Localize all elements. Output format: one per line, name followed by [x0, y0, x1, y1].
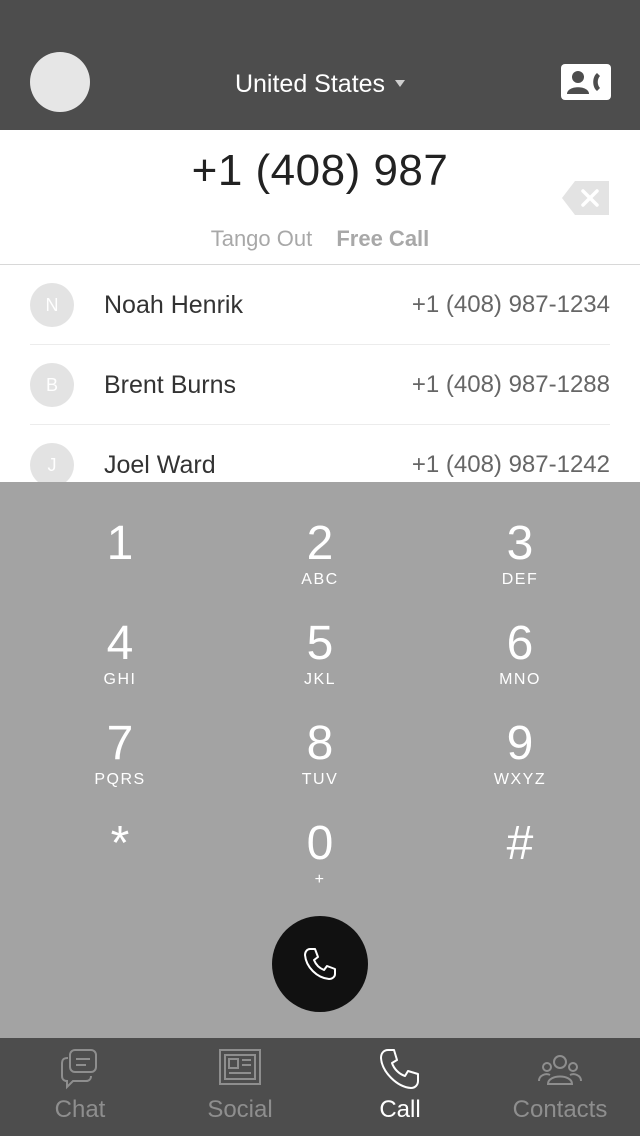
- call-type-row: Tango Out Free Call: [0, 226, 640, 252]
- contact-name: Brent Burns: [104, 371, 237, 399]
- profile-avatar[interactable]: [30, 52, 90, 112]
- contact-suggestions: N Noah Henrik +1 (408) 987-1234 B Brent …: [0, 265, 640, 482]
- key-hash[interactable]: #: [420, 808, 620, 908]
- free-call-label[interactable]: Free Call: [336, 226, 429, 251]
- key-letters: PQRS: [94, 771, 146, 788]
- contact-row[interactable]: J Joel Ward +1 (408) 987-1242: [0, 425, 640, 482]
- key-letters: JKL: [303, 671, 337, 688]
- key-1[interactable]: 1: [20, 508, 220, 608]
- key-letters: WXYZ: [493, 771, 547, 788]
- key-3[interactable]: 3 DEF: [420, 508, 620, 608]
- country-selector[interactable]: United States: [160, 64, 480, 104]
- contact-phone: +1 (408) 987-1288: [411, 371, 610, 398]
- tab-chat[interactable]: Chat: [0, 1038, 160, 1136]
- contact-name: Joel Ward: [104, 451, 216, 479]
- key-8[interactable]: 8 TUV: [220, 708, 420, 808]
- key-7[interactable]: 7 PQRS: [20, 708, 220, 808]
- contacts-icon: [538, 1055, 582, 1085]
- key-digit: *: [110, 817, 130, 870]
- key-letters: +: [314, 871, 326, 888]
- bottom-tab-bar: Chat Social Call Contacts: [0, 1038, 640, 1136]
- dialed-number[interactable]: +1 (408) 987: [80, 146, 560, 196]
- key-digit: 2: [306, 517, 334, 570]
- number-display: +1 (408) 987 Tango Out Free Call: [0, 130, 640, 265]
- key-digit: 7: [106, 717, 134, 770]
- key-digit: 0: [306, 817, 334, 870]
- contact-initial-avatar: B: [30, 363, 74, 407]
- key-letters: DEF: [501, 571, 539, 588]
- backspace-button[interactable]: [561, 180, 611, 216]
- key-digit: 6: [506, 617, 534, 670]
- tab-label: Call: [379, 1096, 421, 1123]
- key-4[interactable]: 4 GHI: [20, 608, 220, 708]
- dialer-screen: United States +1 (408) 987 Tango Out Fre…: [0, 0, 640, 1136]
- dial-keypad: 1 2 ABC 3 DEF 4 GHI 5 JKL 6 MNO 7 PQRS 8: [0, 482, 640, 1038]
- key-digit: #: [506, 817, 534, 870]
- contact-initial-avatar: N: [30, 283, 74, 327]
- caret-down-icon: [395, 79, 406, 87]
- call-icon: [380, 1049, 419, 1089]
- key-5[interactable]: 5 JKL: [220, 608, 420, 708]
- key-digit: 3: [506, 517, 534, 570]
- chat-icon: [61, 1049, 97, 1090]
- phone-icon: [304, 948, 336, 980]
- call-button[interactable]: [272, 916, 368, 1012]
- tango-out-label[interactable]: Tango Out: [211, 226, 313, 251]
- key-letters: GHI: [103, 671, 137, 688]
- tab-label: Social: [207, 1096, 273, 1123]
- country-label: United States: [234, 69, 386, 98]
- top-bar: United States: [0, 0, 640, 130]
- tab-call[interactable]: Call: [320, 1038, 480, 1136]
- key-digit: 8: [306, 717, 334, 770]
- contact-phone: +1 (408) 987-1242: [411, 451, 610, 478]
- key-0[interactable]: 0 +: [220, 808, 420, 908]
- key-digit: 9: [506, 717, 534, 770]
- key-star[interactable]: *: [20, 808, 220, 908]
- key-letters: ABC: [301, 571, 339, 588]
- contact-card-button[interactable]: [561, 64, 611, 100]
- key-digit: 5: [306, 617, 334, 670]
- key-6[interactable]: 6 MNO: [420, 608, 620, 708]
- tab-label: Contacts: [512, 1096, 608, 1123]
- contact-row[interactable]: N Noah Henrik +1 (408) 987-1234: [0, 265, 640, 345]
- key-digit: 4: [106, 617, 134, 670]
- key-letters: TUV: [301, 771, 339, 788]
- social-icon: [219, 1049, 261, 1085]
- key-2[interactable]: 2 ABC: [220, 508, 420, 608]
- contact-name: Noah Henrik: [104, 291, 243, 319]
- contact-row[interactable]: B Brent Burns +1 (408) 987-1288: [0, 345, 640, 425]
- key-9[interactable]: 9 WXYZ: [420, 708, 620, 808]
- contact-initial-avatar: J: [30, 443, 74, 482]
- contact-card-icon: [567, 71, 600, 94]
- tab-label: Chat: [54, 1096, 106, 1123]
- key-digit: 1: [106, 517, 134, 570]
- contact-phone: +1 (408) 987-1234: [411, 291, 610, 318]
- tab-contacts[interactable]: Contacts: [480, 1038, 640, 1136]
- backspace-icon: [562, 181, 609, 215]
- tab-social[interactable]: Social: [160, 1038, 320, 1136]
- key-letters: MNO: [499, 671, 541, 688]
